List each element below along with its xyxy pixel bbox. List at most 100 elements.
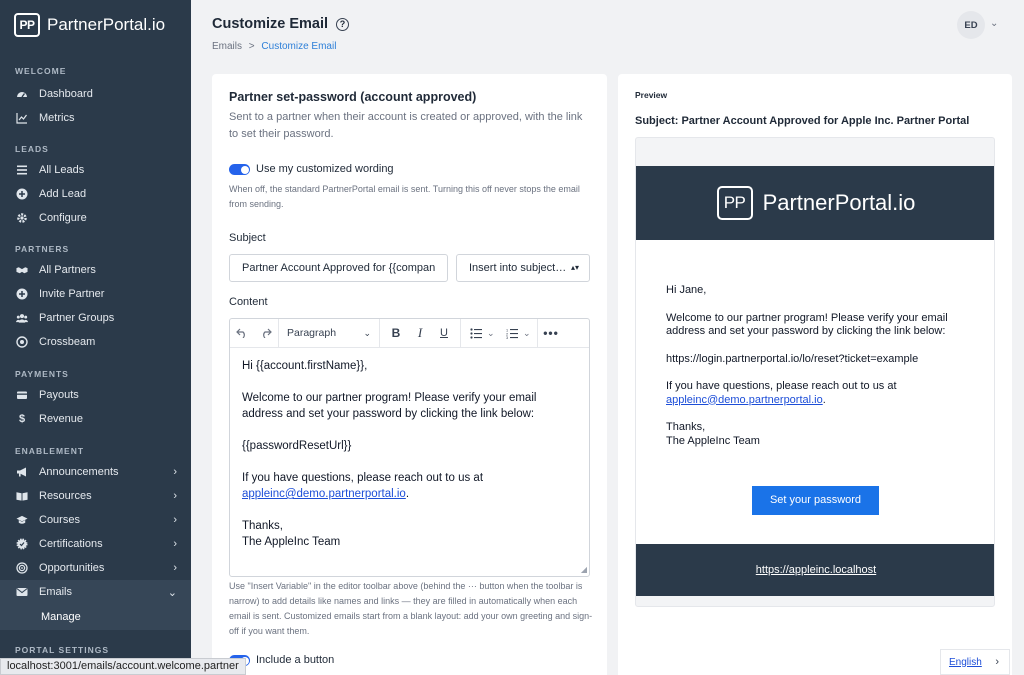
custom-wording-toggle[interactable] (229, 164, 250, 175)
sidebar-item-label: Announcements (39, 466, 119, 478)
sidebar-item-crossbeam[interactable]: Crossbeam (0, 330, 191, 354)
content-label: Content (229, 296, 268, 308)
chevron-down-icon: ⌄ (167, 586, 177, 599)
preview-period: . (822, 393, 826, 406)
chevron-right-icon: › (173, 514, 177, 526)
sidebar-item-label: Add Lead (39, 188, 87, 200)
language-link[interactable]: English (949, 657, 982, 668)
more-options-icon[interactable]: ••• (538, 319, 564, 347)
logo[interactable]: PP PartnerPortal.io (0, 0, 191, 50)
sidebar-item-label: Emails (39, 586, 73, 598)
sidebar-item-label: Dashboard (39, 88, 93, 100)
sidebar-item-resources[interactable]: Resources › (0, 484, 191, 508)
graduation-cap-icon (16, 514, 28, 526)
preview-signoff: The AppleInc Team (666, 434, 760, 447)
section-enablement: ENABLEMENT (15, 446, 85, 456)
insert-into-subject-select[interactable]: Insert into subject… ▴▾ (456, 254, 590, 282)
toolbar-divider (379, 319, 380, 347)
section-portal-settings: PORTAL SETTINGS (15, 645, 110, 655)
email-footer: https://appleinc.localhost (636, 544, 994, 596)
plus-circle-icon (16, 288, 28, 300)
chevron-right-icon: › (173, 538, 177, 550)
email-body: Hi Jane, Welcome to our partner program!… (636, 240, 994, 544)
custom-wording-label: Use my customized wording (256, 163, 394, 175)
sidebar-item-all-leads[interactable]: All Leads (0, 158, 191, 182)
footer-link[interactable]: https://appleinc.localhost (756, 564, 876, 576)
chevron-down-icon[interactable]: ⌄ (523, 328, 533, 339)
sidebar-item-label: Crossbeam (39, 336, 96, 348)
line-chart-icon (16, 112, 28, 124)
breadcrumb-emails[interactable]: Emails (212, 41, 242, 52)
sidebar-item-invite-partner[interactable]: Invite Partner (0, 282, 191, 306)
bold-icon[interactable]: B (384, 319, 408, 347)
sidebar-item-announcements[interactable]: Announcements › (0, 460, 191, 484)
body-questions-text: If you have questions, please reach out … (242, 472, 484, 484)
preview-thanks: Thanks, (666, 421, 706, 433)
insert-into-subject-label: Insert into subject… (469, 262, 567, 274)
sidebar-item-payouts[interactable]: Payouts (0, 383, 191, 407)
sidebar-item-configure[interactable]: Configure (0, 206, 191, 230)
sidebar-item-label: Invite Partner (39, 288, 105, 300)
block-format-select[interactable]: Paragraph ⌄ (279, 319, 379, 347)
sidebar-item-dashboard[interactable]: Dashboard (0, 82, 191, 106)
megaphone-icon (16, 466, 28, 478)
sidebar-item-emails[interactable]: Emails ⌄ (0, 580, 191, 604)
sidebar-item-metrics[interactable]: Metrics (0, 106, 191, 130)
select-arrows-icon: ▴▾ (570, 263, 579, 272)
body-period: . (405, 488, 410, 500)
body-reset-variable: {{passwordResetUrl}} (242, 440, 352, 452)
logo-text: PartnerPortal.io (47, 15, 166, 34)
section-leads: LEADS (15, 144, 49, 154)
editor-toolbar: Paragraph ⌄ B I U ⌄ 123 ⌄ ••• (230, 319, 589, 348)
avatar[interactable]: ED (957, 11, 985, 39)
email-header: PP PartnerPortal.io (636, 166, 994, 240)
svg-text:3: 3 (506, 336, 508, 339)
body-greeting: Hi {{account.firstName}}, (242, 360, 368, 372)
chevron-down-icon: ⌄ (363, 327, 371, 338)
rich-text-editor[interactable]: Paragraph ⌄ B I U ⌄ 123 ⌄ ••• Hi {{accou… (229, 318, 590, 577)
users-icon (16, 312, 28, 324)
list-icon (16, 164, 28, 176)
preview-greeting: Hi Jane, (666, 284, 707, 296)
page-title-text: Customize Email (212, 16, 329, 32)
numbered-list-icon[interactable]: 123 (501, 319, 523, 347)
body-email-link[interactable]: appleinc@demo.partnerportal.io (242, 488, 406, 500)
set-password-button[interactable]: Set your password (752, 486, 879, 515)
page-title: Customize Email ? (212, 16, 350, 32)
sidebar-item-label: Resources (39, 490, 92, 502)
preview-email-link[interactable]: appleinc@demo.partnerportal.io (666, 394, 823, 406)
help-icon[interactable]: ? (336, 17, 350, 31)
dollar-icon: $ (18, 413, 26, 425)
chevron-right-icon: › (173, 490, 177, 502)
undo-icon[interactable] (230, 319, 254, 347)
sidebar-item-certifications[interactable]: Certifications › (0, 532, 191, 556)
sidebar-subitem-manage[interactable]: Manage (0, 604, 191, 630)
sidebar-item-add-lead[interactable]: Add Lead (0, 182, 191, 206)
bullet-list-icon[interactable] (465, 319, 487, 347)
language-selector[interactable]: English › (940, 649, 1010, 675)
subject-input[interactable] (229, 254, 448, 282)
underline-icon[interactable]: U (432, 319, 456, 347)
breadcrumb-current[interactable]: Customize Email (261, 41, 336, 52)
resize-handle-icon[interactable]: ◢ (581, 565, 587, 574)
italic-icon[interactable]: I (408, 319, 432, 347)
preview-questions: If you have questions, please reach out … (666, 380, 966, 407)
sidebar-item-label: Opportunities (39, 562, 105, 574)
sidebar-item-partner-groups[interactable]: Partner Groups (0, 306, 191, 330)
preview-subject: Subject: Partner Account Approved for Ap… (635, 115, 969, 127)
envelope-icon (16, 586, 28, 598)
preview-label: Preview (635, 90, 668, 100)
block-format-label: Paragraph (287, 327, 337, 339)
sidebar-item-all-partners[interactable]: All Partners (0, 258, 191, 282)
chevron-down-icon[interactable]: ⌄ (990, 18, 998, 29)
email-preview-frame: PP PartnerPortal.io Hi Jane, Welcome to … (635, 137, 995, 607)
wallet-icon (16, 389, 28, 401)
redo-icon[interactable] (254, 319, 278, 347)
chevron-right-icon: › (173, 562, 177, 574)
sidebar-item-label: Configure (39, 212, 87, 224)
sidebar-item-courses[interactable]: Courses › (0, 508, 191, 532)
sidebar-item-revenue[interactable]: $ Revenue (0, 407, 191, 431)
editor-content[interactable]: Hi {{account.firstName}}, Welcome to our… (230, 348, 589, 560)
sidebar-item-opportunities[interactable]: Opportunities › (0, 556, 191, 580)
chevron-down-icon[interactable]: ⌄ (487, 328, 497, 339)
